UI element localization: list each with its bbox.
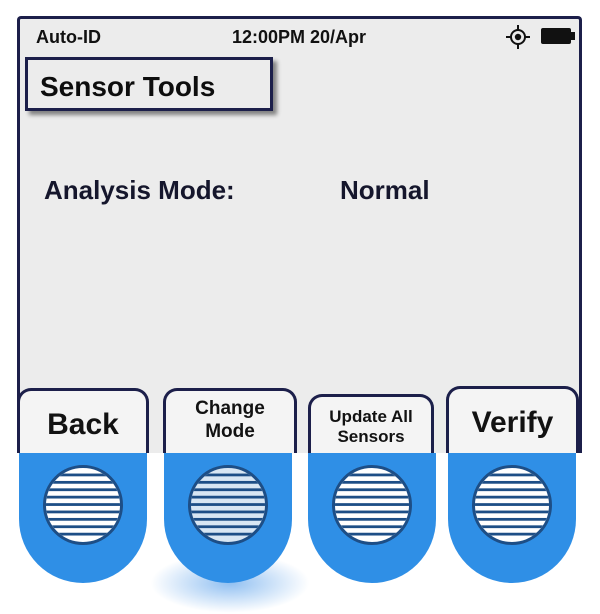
hardware-button-2[interactable] xyxy=(164,453,292,583)
gps-target-icon xyxy=(506,25,530,49)
grille-stripes xyxy=(191,473,265,536)
speaker-grille-icon xyxy=(332,465,412,545)
battery-full-icon xyxy=(541,28,575,44)
datetime-display: 12:00PM 20/Apr xyxy=(232,27,367,47)
grille-stripe xyxy=(475,480,549,484)
speaker-grille-icon xyxy=(43,465,123,545)
update-all-sensors-softkey[interactable]: Update All Sensors xyxy=(308,394,434,453)
grille-stripe xyxy=(191,532,265,536)
grille-stripe xyxy=(475,510,549,514)
grille-stripe xyxy=(335,510,409,514)
grille-stripe xyxy=(191,488,265,492)
grille-stripe xyxy=(46,510,120,514)
speaker-grille-icon xyxy=(188,465,268,545)
grille-stripe xyxy=(475,488,549,492)
grille-stripe xyxy=(475,473,549,477)
screen-title-box: Sensor Tools xyxy=(25,57,273,111)
hardware-button-1[interactable] xyxy=(19,453,147,583)
back-softkey-label: Back xyxy=(47,408,119,441)
status-bar: Auto-ID 12:00PM 20/Apr xyxy=(20,19,579,53)
grille-stripe xyxy=(475,503,549,506)
hardware-button-row xyxy=(0,453,600,614)
hardware-button-3[interactable] xyxy=(308,453,436,583)
analysis-mode-value: Normal xyxy=(340,175,430,205)
grille-stripe xyxy=(475,495,549,499)
grille-stripe xyxy=(191,510,265,514)
grille-stripe xyxy=(335,517,409,521)
update-all-label-line2: Sensors xyxy=(337,427,405,447)
grille-stripe xyxy=(335,480,409,484)
grille-stripes xyxy=(335,473,409,536)
grille-stripe xyxy=(191,517,265,521)
verify-softkey[interactable]: Verify xyxy=(446,386,579,453)
page-title: Sensor Tools xyxy=(40,71,216,102)
grille-stripes xyxy=(475,473,549,536)
grille-stripe xyxy=(191,473,265,477)
analysis-mode-label: Analysis Mode: xyxy=(44,175,235,205)
grille-stripe xyxy=(475,525,549,529)
change-mode-label-line2: Mode xyxy=(205,420,255,442)
grille-stripe xyxy=(46,532,120,536)
grille-stripe xyxy=(46,480,120,484)
grille-stripe xyxy=(46,525,120,529)
grille-stripe xyxy=(46,473,120,477)
grille-stripe xyxy=(335,495,409,499)
grille-stripe xyxy=(335,473,409,477)
grille-stripe xyxy=(335,488,409,492)
grille-stripe xyxy=(475,517,549,521)
grille-stripe xyxy=(335,503,409,506)
change-mode-label-line1: Change xyxy=(195,398,265,419)
grille-stripe xyxy=(191,525,265,529)
grille-stripe xyxy=(46,503,120,506)
grille-stripe xyxy=(335,532,409,536)
back-softkey[interactable]: Back xyxy=(17,388,149,453)
grille-stripes xyxy=(46,473,120,536)
mode-indicator: Auto-ID xyxy=(36,27,101,47)
change-mode-softkey[interactable]: Change Mode xyxy=(163,388,297,453)
speaker-grille-icon xyxy=(472,465,552,545)
grille-stripe xyxy=(191,495,265,499)
grille-stripe xyxy=(335,525,409,529)
grille-stripe xyxy=(191,503,265,506)
grille-stripe xyxy=(46,517,120,521)
grille-stripe xyxy=(191,480,265,484)
grille-stripe xyxy=(46,488,120,492)
hardware-button-4[interactable] xyxy=(448,453,576,583)
verify-softkey-label: Verify xyxy=(471,406,554,439)
grille-stripe xyxy=(46,495,120,499)
update-all-label-line1: Update All xyxy=(329,407,413,426)
grille-stripe xyxy=(475,532,549,536)
